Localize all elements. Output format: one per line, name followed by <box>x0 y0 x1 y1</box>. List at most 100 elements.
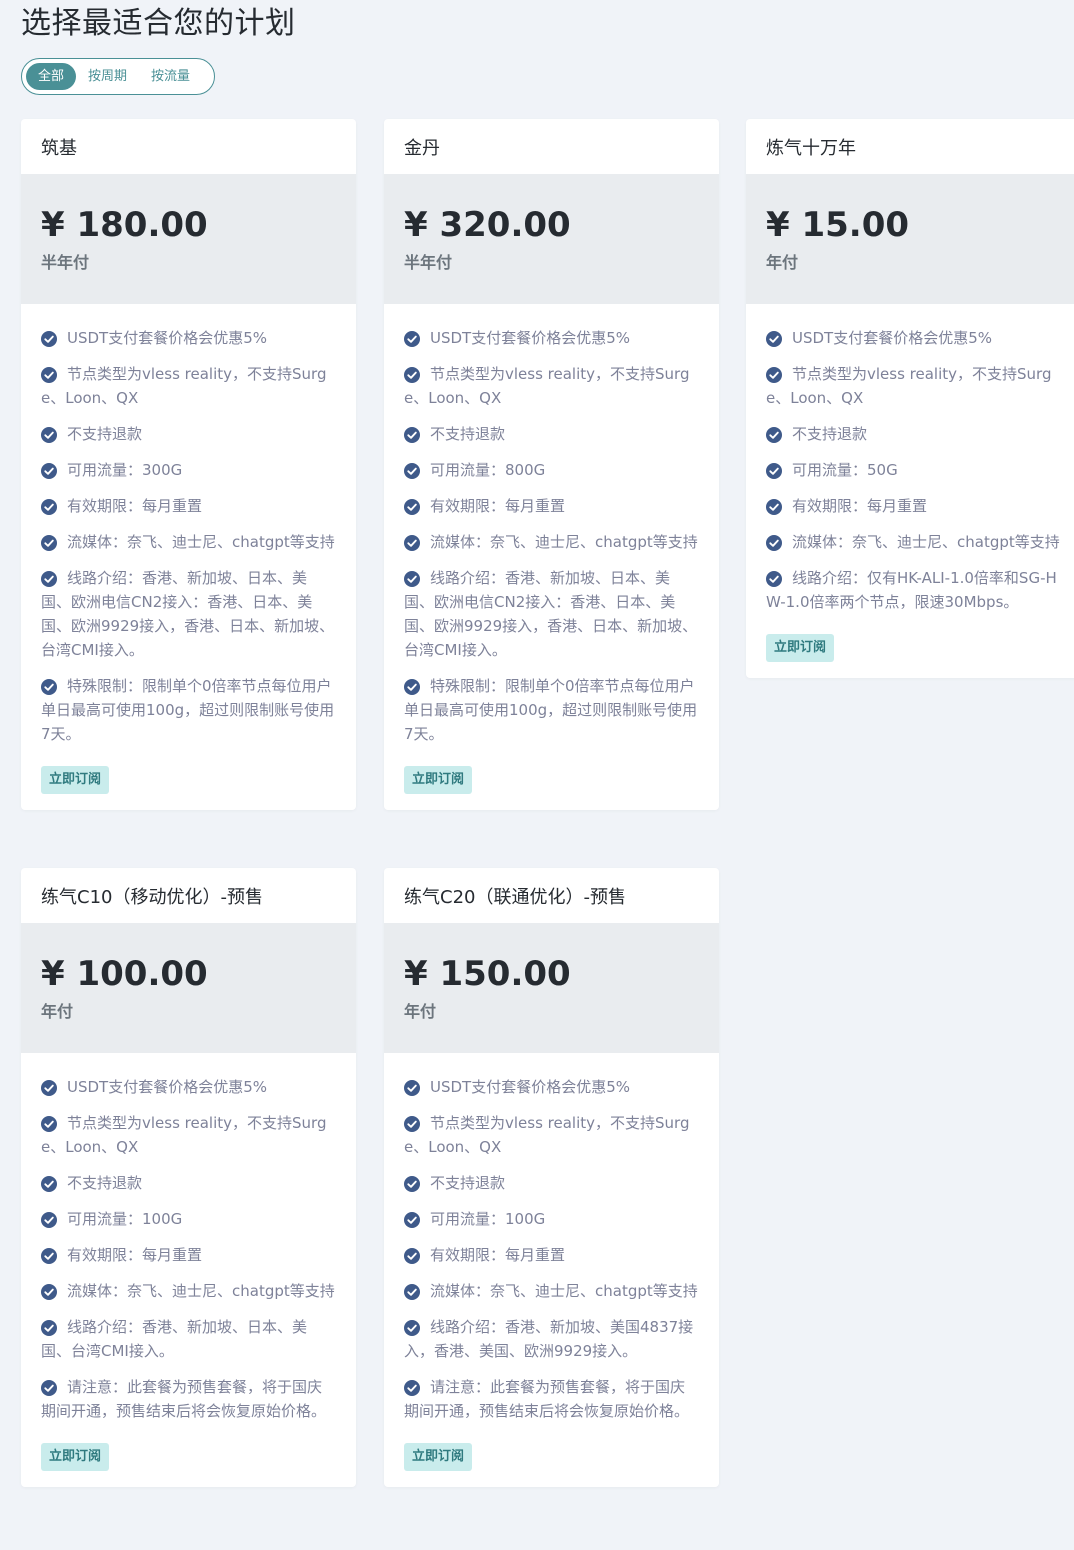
price-block: ¥ 15.00 年付 <box>746 174 1074 304</box>
plan-features: USDT支付套餐价格会优惠5% 节点类型为vless reality，不支持Sur… <box>384 304 719 810</box>
feature-text: 节点类型为vless reality，不支持Surge、Loon、QX <box>404 365 690 407</box>
feature-item: 请注意：此套餐为预售套餐，将于国庆期间开通，预售结束后将会恢复原始价格。 <box>41 1375 336 1423</box>
subscribe-button[interactable]: 立即订阅 <box>404 766 473 794</box>
feature-item: 不支持退款 <box>404 1171 699 1195</box>
plan-period: 年付 <box>766 253 799 272</box>
subscribe-button[interactable]: 立即订阅 <box>766 634 835 662</box>
price-block: ¥ 180.00 半年付 <box>21 174 356 304</box>
check-circle-icon <box>41 1079 57 1096</box>
feature-text: 特殊限制：限制单个0倍率节点每位用户单日最高可使用100g，超过则限制账号使用7… <box>41 677 335 743</box>
check-circle-icon <box>41 498 57 515</box>
feature-text: 有效期限：每月重置 <box>792 497 928 515</box>
feature-item: USDT支付套餐价格会优惠5% <box>41 1075 336 1099</box>
feature-item: 线路介绍：香港、新加坡、日本、美国、欧洲电信CN2接入：香港、日本、美国、欧洲9… <box>41 566 336 662</box>
subscribe-button[interactable]: 立即订阅 <box>41 1443 110 1471</box>
feature-item: 线路介绍：香港、新加坡、日本、美国、欧洲电信CN2接入：香港、日本、美国、欧洲9… <box>404 566 699 662</box>
feature-text: 流媒体：奈飞、迪士尼、chatgpt等支持 <box>67 533 335 551</box>
feature-text: 节点类型为vless reality，不支持Surge、Loon、QX <box>41 1114 327 1156</box>
plan-card-lianqi-c20: 练气C20（联通优化）-预售 ¥ 150.00 年付 USDT支付套餐价格会优惠5% 节… <box>384 868 719 1487</box>
feature-text: 不支持退款 <box>430 1174 506 1192</box>
plan-filter-group: 全部 按周期 按流量 <box>21 58 215 95</box>
feature-item: 线路介绍：香港、新加坡、日本、美国、台湾CMI接入。 <box>41 1315 336 1363</box>
plan-period: 半年付 <box>404 253 453 272</box>
feature-text: 请注意：此套餐为预售套餐，将于国庆期间开通，预售结束后将会恢复原始价格。 <box>41 1378 327 1420</box>
feature-list: USDT支付套餐价格会优惠5% 节点类型为vless reality，不支持Sur… <box>41 1075 336 1423</box>
feature-text: 可用流量：300G <box>67 461 183 479</box>
feature-text: 有效期限：每月重置 <box>430 1246 566 1264</box>
check-circle-icon <box>404 330 420 347</box>
feature-item: 节点类型为vless reality，不支持Surge、Loon、QX <box>41 1111 336 1159</box>
price-block: ¥ 320.00 半年付 <box>384 174 719 304</box>
plan-price: ¥ 100.00 <box>41 954 208 994</box>
feature-text: 有效期限：每月重置 <box>430 497 566 515</box>
feature-text: 可用流量：800G <box>430 461 546 479</box>
check-circle-icon <box>404 1211 420 1228</box>
plan-features: USDT支付套餐价格会优惠5% 节点类型为vless reality，不支持Sur… <box>384 1053 719 1487</box>
feature-text: USDT支付套餐价格会优惠5% <box>430 1078 631 1096</box>
feature-item: USDT支付套餐价格会优惠5% <box>404 326 699 350</box>
feature-item: 可用流量：100G <box>404 1207 699 1231</box>
feature-text: 节点类型为vless reality，不支持Surge、Loon、QX <box>766 365 1052 407</box>
feature-item: 可用流量：800G <box>404 458 699 482</box>
check-circle-icon <box>404 1115 420 1132</box>
check-circle-icon <box>404 366 420 383</box>
feature-item: 可用流量：300G <box>41 458 336 482</box>
feature-text: 请注意：此套餐为预售套餐，将于国庆期间开通，预售结束后将会恢复原始价格。 <box>404 1378 690 1420</box>
plan-period: 年付 <box>404 1002 437 1021</box>
plan-features: USDT支付套餐价格会优惠5% 节点类型为vless reality，不支持Sur… <box>746 304 1074 678</box>
feature-text: 可用流量：50G <box>792 461 898 479</box>
feature-item: 有效期限：每月重置 <box>41 494 336 518</box>
feature-item: 流媒体：奈飞、迪士尼、chatgpt等支持 <box>41 1279 336 1303</box>
feature-text: 流媒体：奈飞、迪士尼、chatgpt等支持 <box>67 1282 335 1300</box>
feature-item: 有效期限：每月重置 <box>766 494 1061 518</box>
plan-name: 炼气十万年 <box>766 137 856 159</box>
feature-text: 不支持退款 <box>67 1174 143 1192</box>
feature-text: 流媒体：奈飞、迪士尼、chatgpt等支持 <box>792 533 1060 551</box>
check-circle-icon <box>41 426 57 443</box>
plan-name: 练气C10（移动优化）-预售 <box>41 886 263 908</box>
feature-item: 流媒体：奈飞、迪士尼、chatgpt等支持 <box>404 1279 699 1303</box>
feature-item: 可用流量：100G <box>41 1207 336 1231</box>
plan-price: ¥ 150.00 <box>404 954 571 994</box>
check-circle-icon <box>404 534 420 551</box>
filter-by-period-button[interactable]: 按周期 <box>76 63 139 90</box>
check-circle-icon <box>41 330 57 347</box>
feature-item: USDT支付套餐价格会优惠5% <box>404 1075 699 1099</box>
feature-text: 线路介绍：香港、新加坡、美国4837接入，香港、美国、欧洲9929接入。 <box>404 1318 694 1360</box>
check-circle-icon <box>766 570 782 587</box>
plans-page: 选择最适合您的计划 全部 按周期 按流量 筑基 ¥ 180.00 半年付 USDT支付… <box>0 0 1074 1550</box>
feature-item: 流媒体：奈飞、迪士尼、chatgpt等支持 <box>404 530 699 554</box>
feature-item: 线路介绍：仅有HK-ALI-1.0倍率和SG-HW-1.0倍率两个节点，限速30… <box>766 566 1061 614</box>
feature-list: USDT支付套餐价格会优惠5% 节点类型为vless reality，不支持Sur… <box>766 326 1061 614</box>
plan-name: 金丹 <box>404 137 440 159</box>
feature-item: 不支持退款 <box>404 422 699 446</box>
feature-text: 有效期限：每月重置 <box>67 1246 203 1264</box>
plan-features: USDT支付套餐价格会优惠5% 节点类型为vless reality，不支持Sur… <box>21 1053 356 1487</box>
check-circle-icon <box>404 1319 420 1336</box>
feature-item: 节点类型为vless reality，不支持Surge、Loon、QX <box>404 362 699 410</box>
feature-text: 不支持退款 <box>792 425 868 443</box>
filter-by-traffic-button[interactable]: 按流量 <box>139 63 202 90</box>
feature-item: 节点类型为vless reality，不支持Surge、Loon、QX <box>766 362 1061 410</box>
feature-item: 流媒体：奈飞、迪士尼、chatgpt等支持 <box>766 530 1061 554</box>
check-circle-icon <box>404 1247 420 1264</box>
feature-text: 不支持退款 <box>67 425 143 443</box>
feature-list: USDT支付套餐价格会优惠5% 节点类型为vless reality，不支持Sur… <box>404 1075 699 1423</box>
check-circle-icon <box>41 570 57 587</box>
feature-item: USDT支付套餐价格会优惠5% <box>766 326 1061 350</box>
feature-text: 线路介绍：仅有HK-ALI-1.0倍率和SG-HW-1.0倍率两个节点，限速30… <box>766 569 1057 611</box>
check-circle-icon <box>404 462 420 479</box>
check-circle-icon <box>404 498 420 515</box>
plan-card-lianqi-c10: 练气C10（移动优化）-预售 ¥ 100.00 年付 USDT支付套餐价格会优惠5% 节… <box>21 868 356 1487</box>
subscribe-button[interactable]: 立即订阅 <box>404 1443 473 1471</box>
check-circle-icon <box>41 1379 57 1396</box>
feature-text: USDT支付套餐价格会优惠5% <box>430 329 631 347</box>
filter-all-button[interactable]: 全部 <box>26 63 77 90</box>
subscribe-button[interactable]: 立即订阅 <box>41 766 110 794</box>
feature-text: 可用流量：100G <box>67 1210 183 1228</box>
feature-list: USDT支付套餐价格会优惠5% 节点类型为vless reality，不支持Sur… <box>41 326 336 746</box>
check-circle-icon <box>41 1319 57 1336</box>
check-circle-icon <box>41 366 57 383</box>
feature-item: 节点类型为vless reality，不支持Surge、Loon、QX <box>404 1111 699 1159</box>
feature-item: 不支持退款 <box>766 422 1061 446</box>
